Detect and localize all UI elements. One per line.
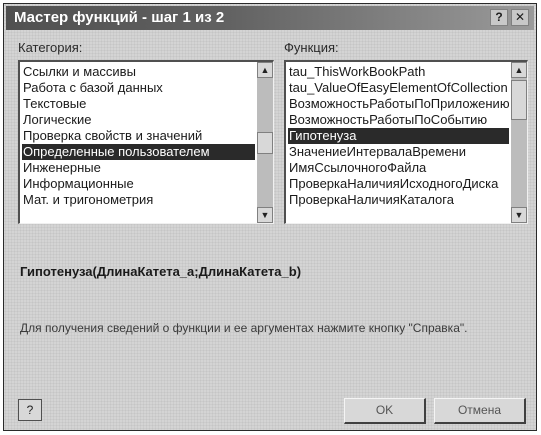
title-help-button[interactable]: ? — [490, 9, 508, 26]
category-listbox[interactable]: Ссылки и массивы Работа с базой данных Тек… — [18, 60, 274, 224]
window-title: Мастер функций - шаг 1 из 2 — [14, 9, 225, 26]
list-item[interactable]: ВозможностьРаботыПоПриложению — [288, 96, 509, 112]
list-item[interactable]: ВозможностьРаботыПоСобытию — [288, 112, 509, 128]
list-item[interactable]: ПроверкаНаличияКаталога — [288, 192, 509, 208]
function-description: Для получения сведений о функции и ее ар… — [20, 321, 468, 335]
scroll-up-icon[interactable]: ▲ — [257, 62, 273, 78]
category-label: Категория: — [18, 40, 83, 55]
scroll-down-icon[interactable]: ▼ — [511, 207, 527, 223]
scroll-thumb[interactable] — [511, 80, 527, 120]
list-item[interactable]: Текстовые — [22, 96, 255, 112]
list-item[interactable]: Информационные — [22, 176, 255, 192]
ok-button[interactable]: OK — [344, 398, 426, 424]
function-wizard-dialog: Мастер функций - шаг 1 из 2 ? ✕ Категори… — [3, 3, 537, 431]
scroll-down-icon[interactable]: ▼ — [257, 207, 273, 223]
list-item[interactable]: Проверка свойств и значений — [22, 128, 255, 144]
help-button[interactable]: ? — [18, 399, 42, 421]
function-signature: Гипотенуза(ДлинаКатета_a;ДлинаКатета_b) — [20, 264, 302, 279]
list-item[interactable]: Определенные пользователем — [22, 144, 255, 160]
scroll-up-icon[interactable]: ▲ — [511, 62, 527, 78]
function-label: Функция: — [284, 40, 339, 55]
list-item[interactable]: ЗначениеИнтервалаВремени — [288, 144, 509, 160]
cancel-button[interactable]: Отмена — [434, 398, 526, 424]
list-item[interactable]: Работа с базой данных — [22, 80, 255, 96]
list-item[interactable]: tau_ThisWorkBookPath — [288, 64, 509, 80]
title-bar[interactable]: Мастер функций - шаг 1 из 2 ? ✕ — [6, 6, 534, 30]
function-listbox[interactable]: tau_ThisWorkBookPath tau_ValueOfEasyEleme… — [284, 60, 528, 224]
list-item[interactable]: Гипотенуза — [288, 128, 509, 144]
list-item[interactable]: Логические — [22, 112, 255, 128]
close-button[interactable]: ✕ — [511, 9, 529, 26]
category-scrollbar[interactable]: ▲ ▼ — [257, 62, 273, 223]
list-item[interactable]: tau_ValueOfEasyElementOfCollection — [288, 80, 509, 96]
function-scrollbar[interactable]: ▲ ▼ — [511, 62, 527, 223]
list-item[interactable]: Инженерные — [22, 160, 255, 176]
scroll-thumb[interactable] — [257, 132, 273, 154]
list-item[interactable]: Мат. и тригонометрия — [22, 192, 255, 208]
list-item[interactable]: ПроверкаНаличияИсходногоДиска — [288, 176, 509, 192]
list-item[interactable]: ИмяСсылочногоФайла — [288, 160, 509, 176]
list-item[interactable]: Ссылки и массивы — [22, 64, 255, 80]
